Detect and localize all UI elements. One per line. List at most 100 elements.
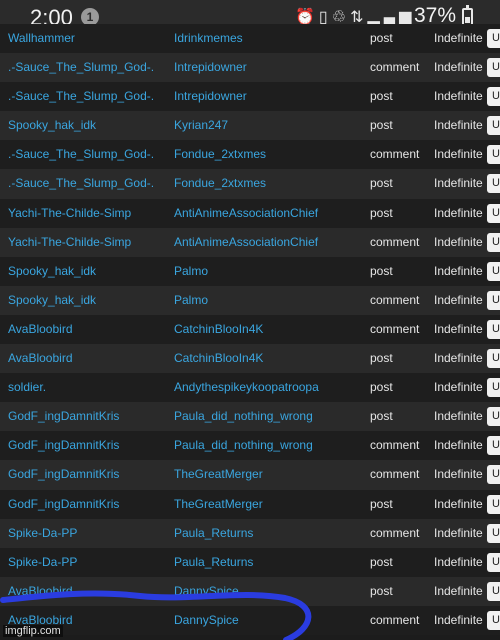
user-link[interactable]: AvaBloobird [8, 577, 168, 606]
type-cell: post [370, 351, 393, 366]
target-user-link[interactable]: Paula_Returns [174, 548, 364, 577]
table-row: Wallhammer Idrinkmemes post Indefinite U [0, 24, 500, 54]
user-link[interactable]: .-Sauce_The_Slump_God-. [8, 140, 168, 169]
target-user-link[interactable]: AntiAnimeAssociationChief [174, 228, 364, 257]
target-user-link[interactable]: Palmo [174, 286, 364, 315]
target-user-link[interactable]: DannySpice [174, 606, 364, 635]
unban-button[interactable]: U [487, 552, 500, 572]
target-user-link[interactable]: Intrepidowner [174, 53, 364, 82]
user-link[interactable]: Wallhammer [8, 24, 168, 53]
type-cell: post [370, 496, 393, 511]
type-cell: comment [370, 147, 420, 162]
user-link[interactable]: Spooky_hak_idk [8, 257, 168, 286]
table-row: .-Sauce_The_Slump_God-. Fondue_2xtxmes pos… [0, 169, 500, 199]
unban-button[interactable]: U [487, 349, 500, 369]
duration-cell: Indefinite [434, 438, 483, 453]
target-user-link[interactable]: Intrepidowner [174, 82, 364, 111]
duration-cell: Indefinite [434, 380, 483, 395]
target-user-link[interactable]: Paula_did_nothing_wrong [174, 402, 364, 431]
table-row: GodF_ingDamnitKris TheGreatMerger comment I… [0, 460, 500, 490]
table-row: GodF_ingDamnitKris TheGreatMerger post Inde… [0, 489, 500, 519]
unban-button[interactable]: U [487, 290, 500, 310]
user-link[interactable]: soldier. [8, 373, 168, 402]
target-user-link[interactable]: CatchinBlooIn4K [174, 344, 364, 373]
unban-button[interactable]: U [487, 116, 500, 136]
unban-button[interactable]: U [487, 58, 500, 78]
unban-button[interactable]: U [487, 610, 500, 630]
target-user-link[interactable]: Paula_did_nothing_wrong [174, 431, 364, 460]
type-cell: post [370, 263, 393, 278]
user-link[interactable]: .-Sauce_The_Slump_God-. [8, 82, 168, 111]
user-link[interactable]: Yachi-The-Childe-Simp [8, 199, 168, 228]
target-user-link[interactable]: Andythespikeykoopatroopa [174, 373, 364, 402]
unban-button[interactable]: U [487, 319, 500, 339]
target-user-link[interactable]: Fondue_2xtxmes [174, 169, 364, 198]
unban-button[interactable]: U [487, 145, 500, 165]
target-user-link[interactable]: Kyrian247 [174, 111, 364, 140]
duration-cell: Indefinite [434, 321, 483, 336]
user-link[interactable]: .-Sauce_The_Slump_God-. [8, 53, 168, 82]
duration-cell: Indefinite [434, 234, 483, 249]
type-cell: comment [370, 467, 420, 482]
watermark: imgflip.com [3, 625, 63, 637]
unban-button[interactable]: U [487, 436, 500, 456]
duration-cell: Indefinite [434, 409, 483, 424]
type-cell: post [370, 205, 393, 220]
type-cell: post [370, 31, 393, 45]
table-row: Spooky_hak_idk Palmo comment Indefinite U [0, 285, 500, 315]
user-link[interactable]: GodF_ingDamnitKris [8, 402, 168, 431]
target-user-link[interactable]: Paula_Returns [174, 519, 364, 548]
type-cell: comment [370, 60, 420, 75]
target-user-link[interactable]: CatchinBlooIn4K [174, 315, 364, 344]
user-link[interactable]: Spike-Da-PP [8, 548, 168, 577]
table-row: .-Sauce_The_Slump_God-. Intrepidowner comm… [0, 53, 500, 83]
user-link[interactable]: Spooky_hak_idk [8, 111, 168, 140]
unban-button[interactable]: U [487, 407, 500, 427]
unban-button[interactable]: U [487, 581, 500, 601]
table-row: GodF_ingDamnitKris Paula_did_nothing_wron… [0, 431, 500, 461]
unban-button[interactable]: U [487, 174, 500, 194]
unban-button[interactable]: U [487, 203, 500, 223]
target-user-link[interactable]: Fondue_2xtxmes [174, 140, 364, 169]
type-cell: post [370, 118, 393, 133]
user-link[interactable]: GodF_ingDamnitKris [8, 490, 168, 519]
user-link[interactable]: AvaBloobird [8, 315, 168, 344]
unban-button[interactable]: U [487, 494, 500, 514]
target-user-link[interactable]: Palmo [174, 257, 364, 286]
user-link[interactable]: Yachi-The-Childe-Simp [8, 228, 168, 257]
unban-button[interactable]: U [487, 378, 500, 398]
target-user-link[interactable]: TheGreatMerger [174, 460, 364, 489]
type-cell: post [370, 409, 393, 424]
table-row: AvaBloobird DannySpice post Indefinite U [0, 576, 500, 606]
user-link[interactable]: .-Sauce_The_Slump_God-. [8, 169, 168, 198]
type-cell: post [370, 176, 393, 191]
user-link[interactable]: Spooky_hak_idk [8, 286, 168, 315]
target-user-link[interactable]: Idrinkmemes [174, 24, 364, 53]
user-link[interactable]: AvaBloobird [8, 344, 168, 373]
type-cell: post [370, 380, 393, 395]
unban-button[interactable]: U [487, 232, 500, 252]
unban-button[interactable]: U [487, 523, 500, 543]
type-cell: comment [370, 525, 420, 540]
duration-cell: Indefinite [434, 147, 483, 162]
table-row: soldier. Andythespikeykoopatroopa post Inde… [0, 373, 500, 403]
target-user-link[interactable]: AntiAnimeAssociationChief [174, 199, 364, 228]
type-cell: comment [370, 612, 420, 627]
table-row: .-Sauce_The_Slump_God-. Fondue_2xtxmes com… [0, 140, 500, 170]
type-cell: post [370, 554, 393, 569]
duration-cell: Indefinite [434, 467, 483, 482]
duration-cell: Indefinite [434, 496, 483, 511]
target-user-link[interactable]: DannySpice [174, 577, 364, 606]
user-link[interactable]: GodF_ingDamnitKris [8, 460, 168, 489]
unban-button[interactable]: U [487, 29, 500, 48]
unban-button[interactable]: U [487, 87, 500, 107]
target-user-link[interactable]: TheGreatMerger [174, 490, 364, 519]
table-row: Spooky_hak_idk Kyrian247 post Indefinite U [0, 111, 500, 141]
unban-button[interactable]: U [487, 261, 500, 281]
user-link[interactable]: GodF_ingDamnitKris [8, 431, 168, 460]
user-link[interactable]: Spike-Da-PP [8, 519, 168, 548]
table-row: .-Sauce_The_Slump_God-. Intrepidowner post… [0, 82, 500, 112]
duration-cell: Indefinite [434, 525, 483, 540]
unban-button[interactable]: U [487, 465, 500, 485]
table-row: Spooky_hak_idk Palmo post Indefinite U [0, 256, 500, 286]
